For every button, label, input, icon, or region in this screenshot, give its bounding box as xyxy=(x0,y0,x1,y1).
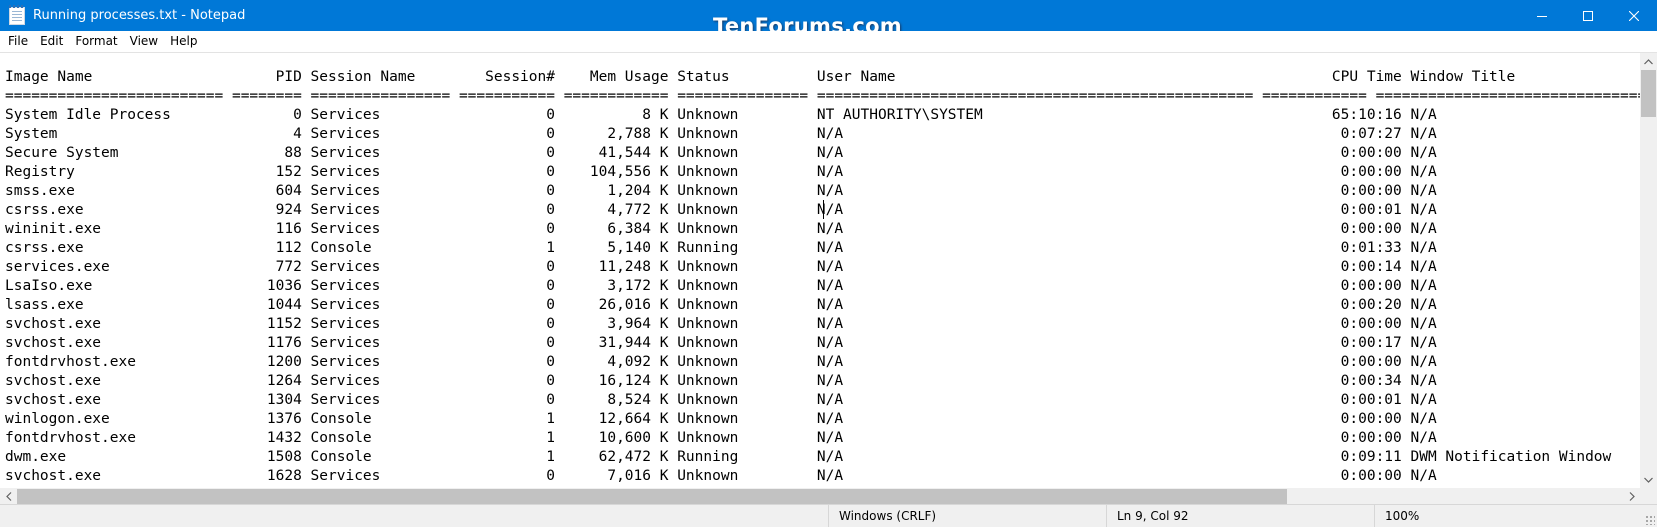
text-area[interactable]: Image Name PID Session Name Session# Mem… xyxy=(0,53,1640,488)
close-icon xyxy=(1629,10,1639,21)
process-line: fontdrvhost.exe 1432 Console 1 10,600 K … xyxy=(5,430,1437,446)
process-line: svchost.exe 1152 Services 0 3,964 K Unkn… xyxy=(5,316,1437,332)
process-line: System 4 Services 0 2,788 K Unknown N/A … xyxy=(5,126,1437,142)
chevron-down-icon xyxy=(1644,477,1653,483)
process-line: csrss.exe 112 Console 1 5,140 K Running … xyxy=(5,240,1437,256)
process-line: System Idle Process 0 Services 0 8 K Unk… xyxy=(5,107,1437,123)
text-caret xyxy=(823,200,824,219)
minimize-icon xyxy=(1537,15,1547,17)
window-controls xyxy=(1519,0,1657,31)
resize-grip-icon[interactable] xyxy=(1645,515,1655,525)
notepad-icon xyxy=(9,4,25,25)
vertical-scroll-thumb[interactable] xyxy=(1641,70,1656,117)
vertical-scrollbar[interactable] xyxy=(1640,53,1657,488)
title-bar[interactable]: Running processes.txt - Notepad TenForum… xyxy=(0,0,1657,38)
status-cursor-position: Ln 9, Col 92 xyxy=(1106,505,1374,527)
process-line: svchost.exe 1304 Services 0 8,524 K Unkn… xyxy=(5,392,1437,408)
process-line: svchost.exe 1264 Services 0 16,124 K Unk… xyxy=(5,373,1437,389)
status-zoom: 100% xyxy=(1374,505,1657,527)
process-line: Registry 152 Services 0 104,556 K Unknow… xyxy=(5,164,1437,180)
menu-file[interactable]: File xyxy=(2,31,34,52)
process-line: wininit.exe 116 Services 0 6,384 K Unkno… xyxy=(5,221,1437,237)
header-line: Image Name PID Session Name Session# Mem… xyxy=(5,69,1516,85)
menu-view[interactable]: View xyxy=(124,31,164,52)
chevron-right-icon xyxy=(1629,492,1635,501)
text-content: Image Name PID Session Name Session# Mem… xyxy=(5,68,1640,486)
editor: Image Name PID Session Name Session# Mem… xyxy=(0,52,1657,504)
scroll-corner xyxy=(1640,488,1657,504)
process-line: Secure System 88 Services 0 41,544 K Unk… xyxy=(5,145,1437,161)
close-button[interactable] xyxy=(1611,0,1657,31)
status-line-ending: Windows (CRLF) xyxy=(828,505,1106,527)
menu-bar: File Edit Format View Help xyxy=(0,31,1657,52)
process-line: svchost.exe 1628 Services 0 7,016 K Unkn… xyxy=(5,468,1437,484)
chevron-left-icon xyxy=(5,492,11,501)
menu-edit[interactable]: Edit xyxy=(34,31,69,52)
horizontal-scrollbar[interactable] xyxy=(0,488,1640,504)
menu-format[interactable]: Format xyxy=(69,31,123,52)
process-line: smss.exe 604 Services 0 1,204 K Unknown … xyxy=(5,183,1437,199)
process-line: dwm.exe 1508 Console 1 62,472 K Running … xyxy=(5,449,1612,465)
process-line: lsass.exe 1044 Services 0 26,016 K Unkno… xyxy=(5,297,1437,313)
process-line: LsaIso.exe 1036 Services 0 3,172 K Unkno… xyxy=(5,278,1437,294)
scroll-up-button[interactable] xyxy=(1640,53,1657,70)
window-title: Running processes.txt - Notepad xyxy=(33,8,246,23)
scroll-right-button[interactable] xyxy=(1623,488,1640,504)
scroll-down-button[interactable] xyxy=(1640,471,1657,488)
process-line: fontdrvhost.exe 1200 Services 0 4,092 K … xyxy=(5,354,1437,370)
process-line: svchost.exe 1176 Services 0 31,944 K Unk… xyxy=(5,335,1437,351)
maximize-button[interactable] xyxy=(1565,0,1611,31)
status-bar: Windows (CRLF) Ln 9, Col 92 100% xyxy=(0,504,1657,527)
chevron-up-icon xyxy=(1644,58,1653,64)
process-line: winlogon.exe 1376 Console 1 12,664 K Unk… xyxy=(5,411,1437,427)
horizontal-scroll-thumb[interactable] xyxy=(17,489,1287,504)
separator-line: ========================= ======== =====… xyxy=(5,88,1640,104)
menu-help[interactable]: Help xyxy=(164,31,203,52)
scroll-left-button[interactable] xyxy=(0,488,17,504)
minimize-button[interactable] xyxy=(1519,0,1565,31)
maximize-icon xyxy=(1583,10,1593,21)
process-line: services.exe 772 Services 0 11,248 K Unk… xyxy=(5,259,1437,275)
